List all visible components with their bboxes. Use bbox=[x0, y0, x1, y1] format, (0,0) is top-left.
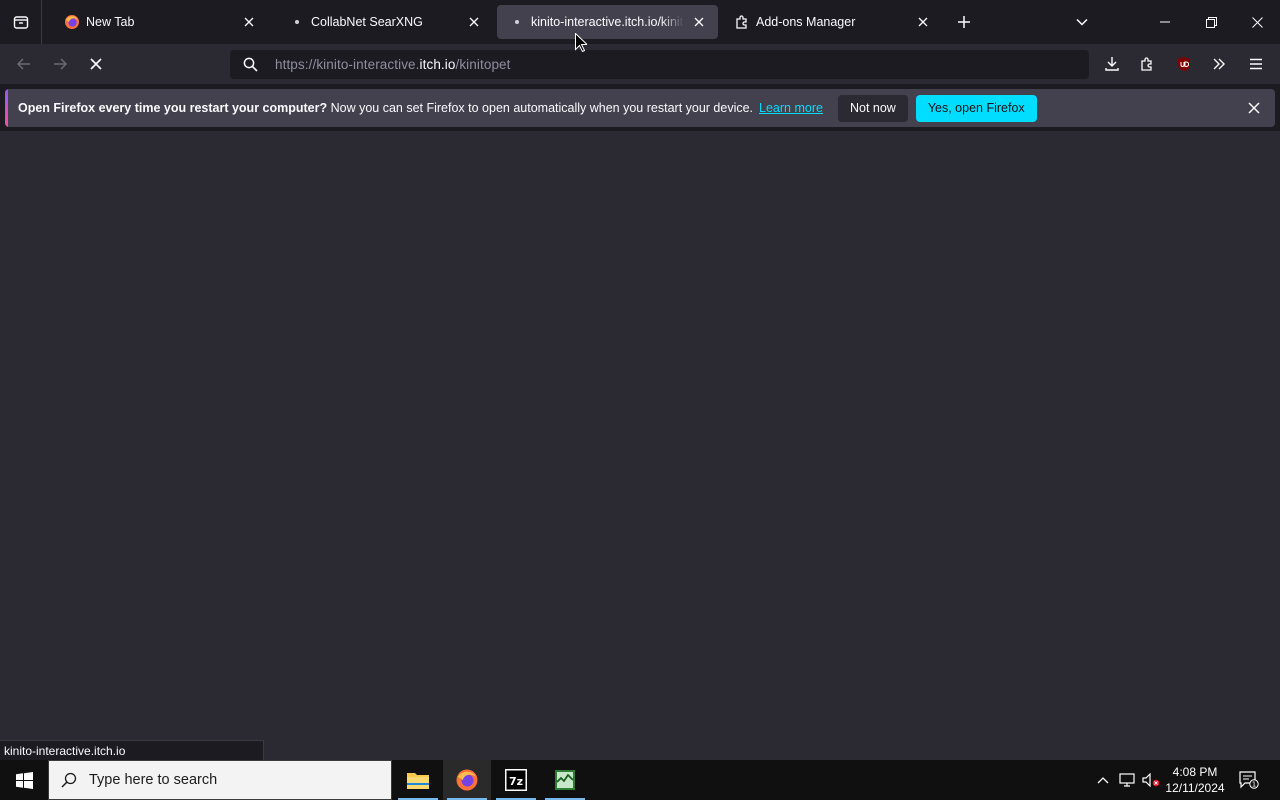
firefox-view-button[interactable] bbox=[0, 0, 42, 44]
close-tab-icon[interactable] bbox=[914, 13, 932, 31]
minimize-button[interactable] bbox=[1142, 0, 1188, 44]
downloads-button[interactable] bbox=[1100, 52, 1124, 76]
notification-count: 1 bbox=[1252, 781, 1256, 789]
task-manager-icon bbox=[555, 770, 575, 790]
hamburger-menu-icon bbox=[1250, 58, 1262, 70]
firefox-icon bbox=[456, 769, 478, 791]
action-center-button[interactable]: 1 bbox=[1234, 760, 1264, 800]
puzzle-icon bbox=[1141, 57, 1152, 71]
network-tray-icon[interactable] bbox=[1116, 760, 1138, 800]
system-clock[interactable]: 4:08 PM 12/11/2024 bbox=[1160, 764, 1230, 796]
search-placeholder: Type here to search bbox=[89, 772, 218, 788]
url-bar[interactable]: https://kinito-interactive.itch.io/kinit… bbox=[230, 50, 1089, 79]
back-button[interactable] bbox=[10, 50, 38, 78]
tab-kinito[interactable]: kinito-interactive.itch.io/kinitopet bbox=[497, 5, 718, 39]
chevron-up-icon bbox=[1097, 777, 1109, 784]
stop-button[interactable] bbox=[82, 50, 110, 78]
mouse-cursor-icon bbox=[575, 33, 587, 52]
app-menu-button[interactable] bbox=[1244, 52, 1268, 76]
tab-collabnet-searxng[interactable]: CollabNet SearXNG bbox=[277, 5, 493, 39]
loading-dot-icon bbox=[289, 14, 305, 30]
taskbar-search-box[interactable]: Type here to search bbox=[48, 760, 392, 800]
plus-icon bbox=[958, 16, 970, 28]
close-tab-icon[interactable] bbox=[690, 13, 708, 31]
new-tab-button[interactable] bbox=[952, 10, 976, 34]
not-now-button[interactable]: Not now bbox=[837, 94, 908, 122]
extensions-button[interactable] bbox=[1136, 52, 1160, 76]
navigation-toolbar: https://kinito-interactive.itch.io/kinit… bbox=[0, 44, 1280, 84]
notification-center-icon: 1 bbox=[1239, 771, 1259, 789]
tab-addons-manager[interactable]: Add-ons Manager bbox=[722, 5, 942, 39]
folder-icon bbox=[407, 773, 429, 789]
svg-text:7z: 7z bbox=[509, 775, 523, 788]
start-button[interactable] bbox=[0, 760, 48, 800]
firefox-icon bbox=[64, 14, 80, 30]
restore-button[interactable] bbox=[1188, 0, 1234, 44]
minimize-icon bbox=[1160, 21, 1170, 23]
show-hidden-icons-button[interactable] bbox=[1093, 760, 1113, 800]
ublock-origin-button[interactable] bbox=[1172, 52, 1196, 76]
forward-arrow-icon bbox=[54, 58, 68, 70]
download-icon bbox=[1105, 57, 1119, 71]
firefox-view-icon bbox=[13, 16, 28, 29]
status-link-preview: kinito-interactive.itch.io bbox=[0, 740, 264, 760]
tab-label: New Tab bbox=[86, 15, 135, 29]
close-tab-icon[interactable] bbox=[465, 13, 483, 31]
volume-tray-icon[interactable] bbox=[1140, 760, 1162, 800]
yes-open-firefox-button[interactable]: Yes, open Firefox bbox=[915, 94, 1037, 122]
notification-message: Open Firefox every time you restart your… bbox=[18, 101, 754, 115]
tab-label: kinito-interactive.itch.io/kinitopet bbox=[531, 15, 684, 29]
speaker-muted-icon bbox=[1142, 773, 1160, 787]
notification-accent bbox=[5, 89, 8, 127]
search-icon bbox=[49, 772, 89, 788]
tab-new-tab[interactable]: New Tab bbox=[52, 5, 268, 39]
clock-time: 4:08 PM bbox=[1172, 765, 1218, 779]
file-explorer-taskbar-button[interactable] bbox=[394, 760, 442, 800]
clock-date: 12/11/2024 bbox=[1165, 781, 1225, 795]
learn-more-link[interactable]: Learn more bbox=[759, 101, 823, 115]
more-tools-button[interactable] bbox=[1207, 52, 1231, 76]
tab-strip: New Tab CollabNet SearXNG kinito-interac… bbox=[0, 0, 1280, 44]
url-text: https://kinito-interactive.itch.io/kinit… bbox=[275, 57, 511, 72]
chevron-down-icon bbox=[1076, 18, 1088, 26]
ublock-shield-icon bbox=[1178, 57, 1190, 71]
task-manager-taskbar-button[interactable] bbox=[541, 760, 589, 800]
default-browser-notification: Open Firefox every time you restart your… bbox=[5, 89, 1275, 127]
close-tab-icon[interactable] bbox=[240, 13, 258, 31]
7zip-taskbar-button[interactable]: 7z bbox=[492, 760, 540, 800]
back-arrow-icon bbox=[16, 58, 30, 70]
search-icon bbox=[230, 57, 270, 72]
7zip-icon: 7z bbox=[505, 769, 527, 791]
page-content bbox=[0, 131, 1280, 760]
stop-icon bbox=[90, 58, 102, 70]
close-window-button[interactable] bbox=[1234, 0, 1280, 44]
list-all-tabs-button[interactable] bbox=[1070, 10, 1094, 34]
network-icon bbox=[1119, 773, 1135, 787]
puzzle-icon bbox=[734, 14, 750, 30]
forward-button[interactable] bbox=[46, 50, 74, 78]
windows-taskbar: Type here to search 7z 4:08 PM 12/11/202… bbox=[0, 760, 1280, 800]
windows-logo-icon bbox=[15, 771, 33, 789]
loading-dot-icon bbox=[509, 14, 525, 30]
close-icon bbox=[1251, 16, 1263, 28]
tab-label: CollabNet SearXNG bbox=[311, 15, 423, 29]
tab-label: Add-ons Manager bbox=[756, 15, 856, 29]
restore-icon bbox=[1205, 16, 1217, 28]
double-chevron-right-icon bbox=[1213, 58, 1225, 70]
firefox-taskbar-button[interactable] bbox=[443, 760, 491, 800]
close-notification-icon[interactable] bbox=[1245, 99, 1263, 117]
